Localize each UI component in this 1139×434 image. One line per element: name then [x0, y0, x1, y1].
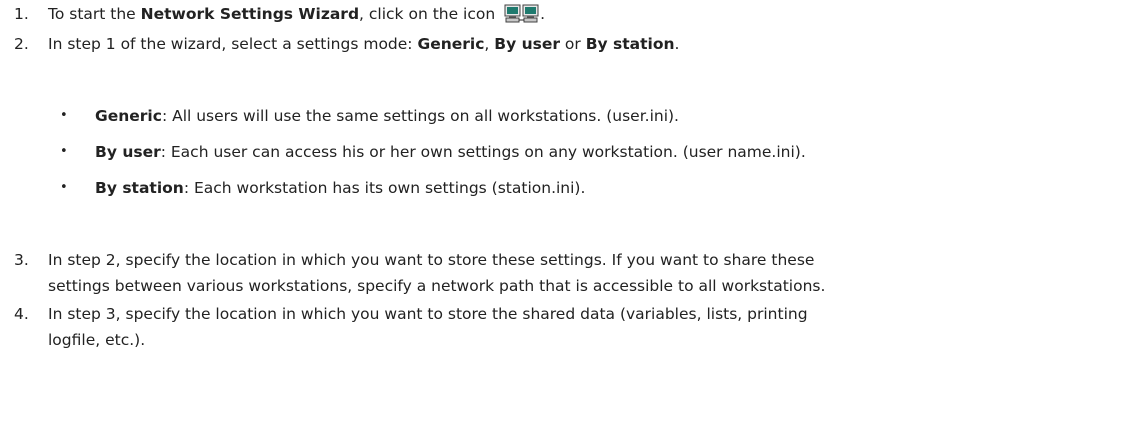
- step-4-line-1: In step 3, specify the location in which…: [48, 305, 808, 323]
- mode-item-by-station-name: By station: [95, 179, 184, 197]
- bullet-icon: •: [60, 180, 68, 195]
- step-1-end: .: [540, 5, 546, 23]
- network-settings-wizard-icon: [504, 4, 540, 24]
- step-2-sep-1: ,: [484, 35, 495, 53]
- step-2-mode-generic: Generic: [417, 35, 485, 53]
- step-1-before: To start the: [48, 5, 141, 23]
- bullet-icon: •: [60, 108, 68, 123]
- instructions-document: 1. To start the Network Settings Wizard,…: [0, 0, 1139, 434]
- bullet-icon: •: [60, 144, 68, 159]
- mode-item-generic-name: Generic: [95, 107, 162, 125]
- step-1-bold: Network Settings Wizard: [140, 5, 360, 23]
- mode-item-generic-text: Generic: All users will use the same set…: [95, 106, 679, 126]
- step-3-line-1: In step 2, specify the location in which…: [48, 251, 815, 269]
- step-4-line-2: logfile, etc.).: [48, 331, 146, 349]
- step-4-number: 4.: [14, 305, 29, 323]
- step-2-text: In step 1 of the wizard, select a settin…: [48, 34, 679, 54]
- step-3-line-2: settings between various workstations, s…: [48, 277, 826, 295]
- mode-item-by-station-desc: : Each workstation has its own settings …: [183, 179, 586, 197]
- step-2-before: In step 1 of the wizard, select a settin…: [48, 35, 418, 53]
- step-1-number: 1.: [14, 5, 29, 23]
- step-1-text: To start the Network Settings Wizard, cl…: [48, 4, 545, 24]
- step-2-number: 2.: [14, 35, 29, 53]
- step-2-mode-by-station: By station: [585, 35, 675, 53]
- step-2-mode-by-user: By user: [494, 35, 560, 53]
- mode-item-by-user-desc: : Each user can access his or her own se…: [160, 143, 806, 161]
- step-2-end: .: [674, 35, 680, 53]
- mode-item-by-station-text: By station: Each workstation has its own…: [95, 178, 585, 198]
- mode-item-generic-desc: : All users will use the same settings o…: [161, 107, 679, 125]
- mode-item-by-user-name: By user: [95, 143, 161, 161]
- step-2-sep-2: or: [560, 35, 586, 53]
- step-3-number: 3.: [14, 251, 29, 269]
- mode-item-by-user-text: By user: Each user can access his or her…: [95, 142, 806, 162]
- step-1-after: , click on the icon: [359, 5, 501, 23]
